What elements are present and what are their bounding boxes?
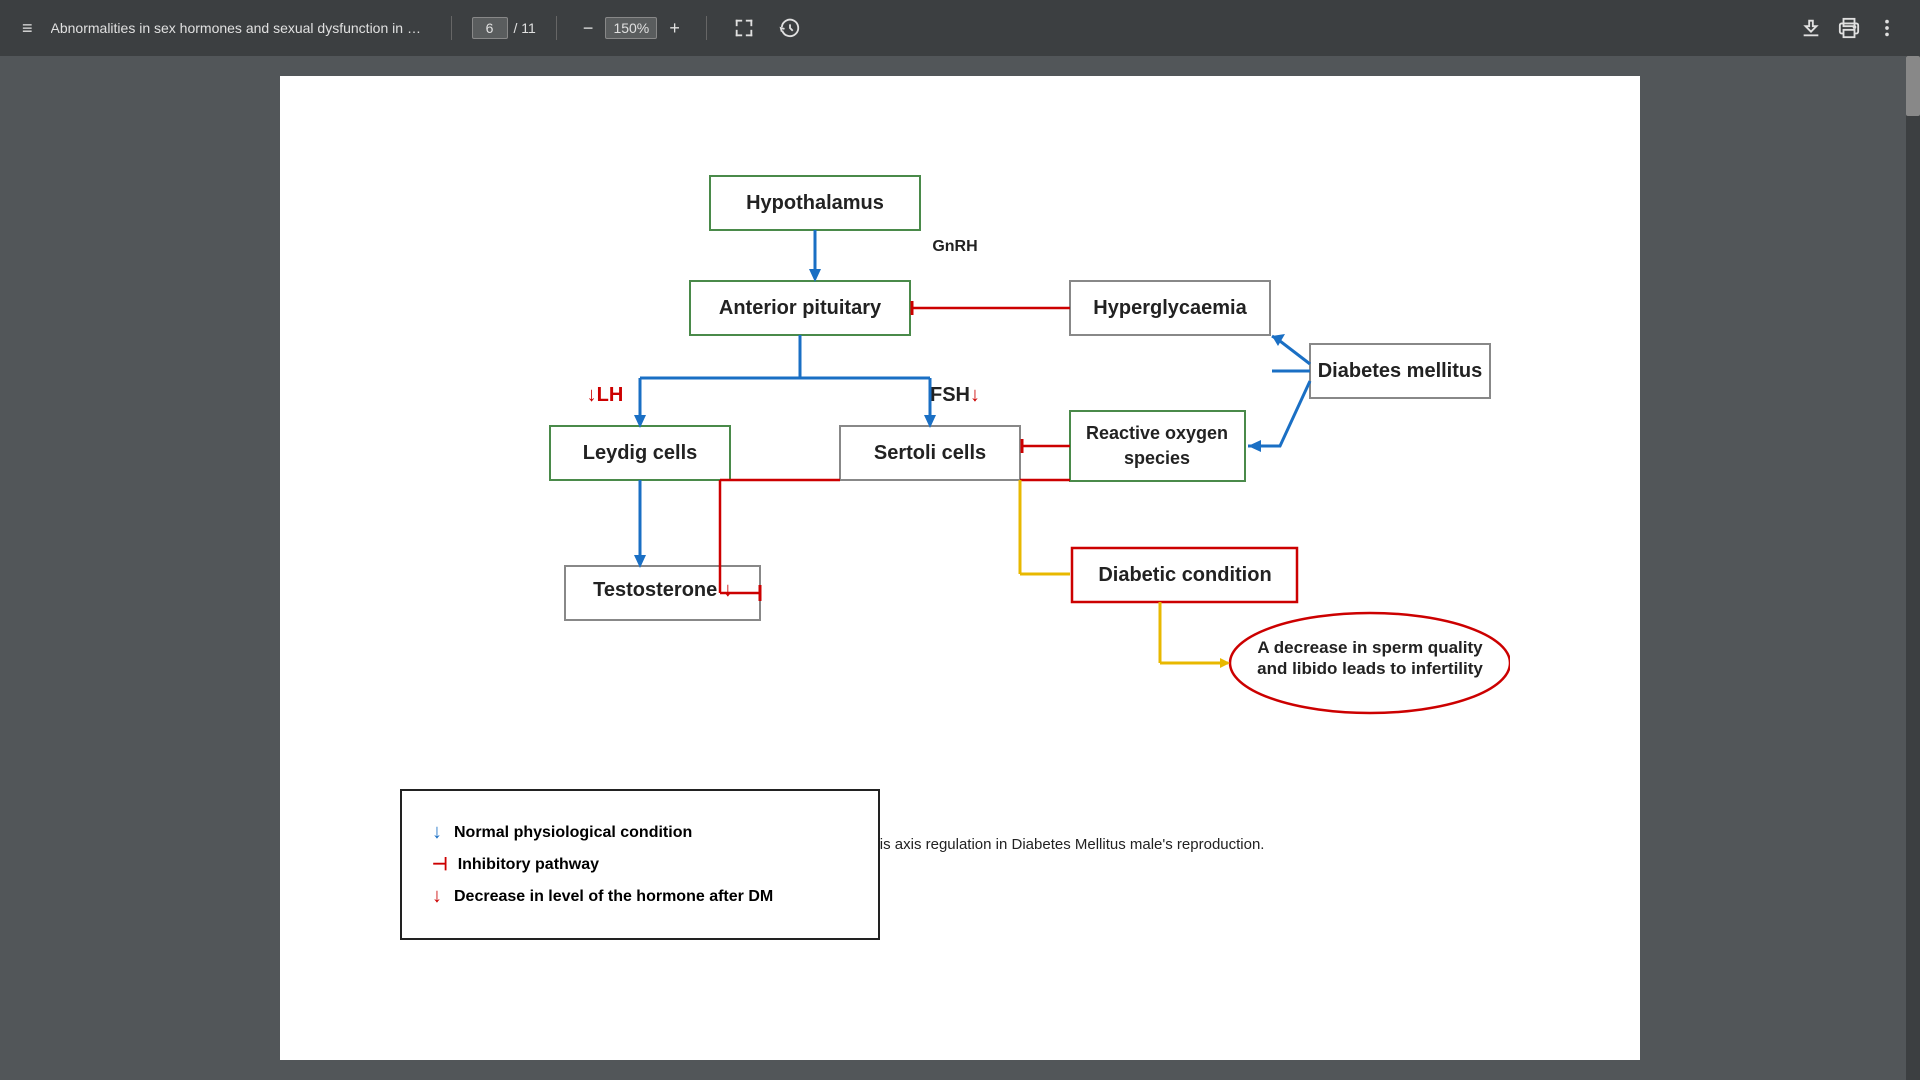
svg-text:Reactive oxygen: Reactive oxygen: [1086, 423, 1228, 443]
svg-text:Testosterone ↓: Testosterone ↓: [593, 579, 733, 601]
svg-text:and libido leads to infertilit: and libido leads to infertility: [1257, 659, 1483, 678]
more-button[interactable]: [1870, 13, 1904, 43]
svg-text:Diabetic condition: Diabetic condition: [1098, 564, 1271, 586]
print-button[interactable]: [1832, 13, 1866, 43]
svg-text:↓LH: ↓LH: [587, 384, 624, 406]
history-icon: [779, 17, 801, 39]
separator-3: [706, 16, 707, 40]
svg-text:Hypothalamus: Hypothalamus: [746, 192, 884, 214]
legend-item-3: ↓ Decrease in level of the hormone after…: [432, 885, 848, 908]
pdf-page: Hypothalamus GnRH Anterior pituitary Hyp…: [280, 76, 1640, 1060]
scrollbar[interactable]: [1906, 56, 1920, 1080]
zoom-in-icon: +: [669, 18, 680, 39]
download-icon: [1800, 17, 1822, 39]
page-navigation: / 11: [472, 17, 536, 39]
page-total: / 11: [514, 20, 536, 36]
svg-text:Leydig cells: Leydig cells: [583, 442, 698, 464]
legend-blue-arrow-icon: ↓: [432, 821, 442, 844]
diagram-svg: Hypothalamus GnRH Anterior pituitary Hyp…: [410, 116, 1510, 816]
svg-text:Hyperglycaemia: Hyperglycaemia: [1093, 297, 1247, 319]
zoom-in-button[interactable]: +: [663, 14, 686, 43]
history-button[interactable]: [773, 13, 807, 43]
legend-red-arrow-icon: ↓: [432, 885, 442, 908]
more-icon: [1876, 17, 1898, 39]
scrollbar-thumb[interactable]: [1906, 56, 1920, 116]
legend-inhibit-icon: ⊣: [432, 854, 446, 875]
toolbar-right: [1794, 13, 1904, 43]
menu-icon: ≡: [22, 18, 33, 39]
zoom-controls: − +: [577, 14, 686, 43]
svg-text:Diabetes mellitus: Diabetes mellitus: [1318, 360, 1483, 382]
svg-text:species: species: [1124, 448, 1190, 468]
svg-text:FSH↓: FSH↓: [930, 384, 980, 406]
download-button[interactable]: [1794, 13, 1828, 43]
menu-button[interactable]: ≡: [16, 14, 39, 43]
separator-2: [556, 16, 557, 40]
legend-box: ↓ Normal physiological condition ⊣ Inhib…: [400, 789, 880, 940]
zoom-input[interactable]: [605, 17, 657, 39]
legend-item-1: ↓ Normal physiological condition: [432, 821, 848, 844]
svg-text:GnRH: GnRH: [932, 238, 977, 255]
legend-item-2: ⊣ Inhibitory pathway: [432, 854, 848, 875]
svg-text:Sertoli cells: Sertoli cells: [874, 442, 986, 464]
legend-item-3-label: Decrease in level of the hormone after D…: [454, 888, 773, 906]
zoom-out-icon: −: [583, 18, 594, 39]
fit-page-icon: [733, 17, 755, 39]
legend-item-2-label: Inhibitory pathway: [458, 856, 599, 874]
separator-1: [451, 16, 452, 40]
page-number-input[interactable]: [472, 17, 508, 39]
content-area[interactable]: Hypothalamus GnRH Anterior pituitary Hyp…: [0, 56, 1920, 1080]
toolbar: ≡ Abnormalities in sex hormones and sexu…: [0, 0, 1920, 56]
zoom-out-button[interactable]: −: [577, 14, 600, 43]
svg-text:A decrease in sperm quality: A decrease in sperm quality: [1257, 638, 1483, 657]
svg-text:Anterior pituitary: Anterior pituitary: [719, 297, 882, 319]
document-title: Abnormalities in sex hormones and sexual…: [51, 20, 431, 36]
fit-page-button[interactable]: [727, 13, 761, 43]
print-icon: [1838, 17, 1860, 39]
legend-item-1-label: Normal physiological condition: [454, 824, 692, 842]
